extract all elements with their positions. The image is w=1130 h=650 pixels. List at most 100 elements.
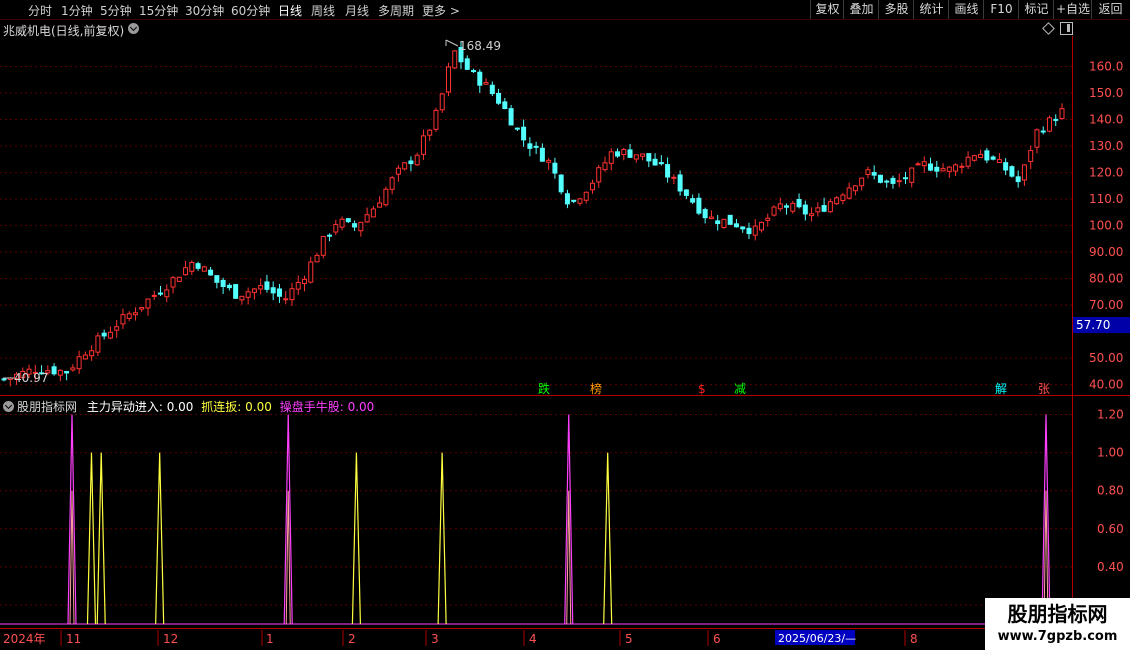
tab-multi-period[interactable]: 多周期 xyxy=(378,2,414,19)
panel-toggle-icon[interactable] xyxy=(1060,22,1073,35)
candle-body xyxy=(896,180,902,183)
candle-body xyxy=(996,159,1002,163)
mark-button[interactable]: 标记 xyxy=(1018,0,1054,19)
candle-body xyxy=(621,149,627,156)
candle-body xyxy=(26,368,32,375)
draw-line-button[interactable]: 画线 xyxy=(948,0,984,19)
watermark-name: 股朋指标网 xyxy=(1007,602,1108,626)
candle-body xyxy=(1034,129,1040,148)
signal-marker[interactable]: 榜 xyxy=(590,381,602,396)
candle-body xyxy=(76,356,82,370)
candle-body xyxy=(771,206,777,216)
candle-body xyxy=(120,314,126,325)
candle-body xyxy=(633,154,639,160)
candle-body xyxy=(189,262,195,272)
candle-body xyxy=(1059,108,1065,120)
tab-daily[interactable]: 日线 xyxy=(278,2,302,19)
price-tick: 150.0 xyxy=(1089,86,1123,100)
tab-15min[interactable]: 15分钟 xyxy=(139,2,178,19)
candle-body xyxy=(790,202,796,212)
date-axis: 2024年 11 12 1 2 3 4 5 6 8 2025/06/23/— xyxy=(3,630,918,646)
price-tick: 40.00 xyxy=(1089,378,1123,392)
candle-body xyxy=(358,221,364,232)
candle-body xyxy=(840,194,846,201)
indicator-tick: 0.60 xyxy=(1097,522,1124,536)
date-label: 1 xyxy=(266,632,274,646)
candle-body xyxy=(107,331,113,339)
candle-body xyxy=(352,223,358,228)
date-label: 6 xyxy=(713,632,721,646)
candle-body xyxy=(715,220,721,225)
tab-more[interactable]: 更多 > xyxy=(422,2,460,19)
candle-body xyxy=(383,188,389,206)
price-tick: 100.0 xyxy=(1089,219,1123,233)
tab-fenshi[interactable]: 分时 xyxy=(28,2,52,19)
candle-body xyxy=(201,266,207,272)
high-marker-leader xyxy=(445,39,459,47)
candle-body xyxy=(395,167,401,175)
candle-body xyxy=(57,369,63,376)
indicator-name[interactable]: 股朋指标网 xyxy=(17,400,77,414)
signal-marker[interactable]: $ xyxy=(698,382,706,396)
candle-body xyxy=(796,199,802,208)
candle-body xyxy=(959,165,965,168)
watermark-url: www.7gpzb.com xyxy=(997,629,1118,644)
multi-stock-button[interactable]: 多股 xyxy=(878,0,914,19)
signal-marker[interactable]: 解 xyxy=(995,382,1007,396)
candle-body xyxy=(308,261,314,283)
toolbar: 分时 1分钟 5分钟 15分钟 30分钟 60分钟 日线 周线 月线 多周期 更… xyxy=(0,0,1130,20)
line1-value: 0.00 xyxy=(166,400,194,414)
overlay-button[interactable]: 叠加 xyxy=(843,0,879,19)
candle-body xyxy=(489,84,495,95)
candle-body xyxy=(496,92,502,104)
candle-body xyxy=(471,70,477,73)
candle-body xyxy=(145,298,151,309)
candle-body xyxy=(577,198,583,204)
signal-marker[interactable]: 跌 xyxy=(538,381,550,396)
chevron-down-icon[interactable] xyxy=(3,401,14,412)
candle-body xyxy=(295,281,301,290)
candle-body xyxy=(539,147,545,162)
candle-body xyxy=(852,185,858,192)
date-cursor-label: 2025/06/23/— xyxy=(778,632,856,645)
indicator-spike-inner xyxy=(285,490,291,625)
candle-body xyxy=(946,166,952,172)
candle-body xyxy=(859,177,865,187)
line3-label: 操盘手牛股: xyxy=(279,400,344,414)
f10-button[interactable]: F10 xyxy=(983,0,1019,19)
signal-marker[interactable]: 减 xyxy=(734,382,746,396)
tab-1min[interactable]: 1分钟 xyxy=(61,2,93,19)
price-tick: 50.00 xyxy=(1089,351,1123,365)
candle-body xyxy=(953,164,959,172)
candle-body xyxy=(809,213,815,217)
tab-monthly[interactable]: 月线 xyxy=(345,2,369,19)
tab-weekly[interactable]: 周线 xyxy=(311,2,335,19)
date-cursor-box xyxy=(775,630,855,645)
candle-body xyxy=(746,227,752,235)
candle-body xyxy=(928,163,934,171)
candle-body xyxy=(602,162,608,171)
back-button[interactable]: 返回 xyxy=(1091,0,1129,19)
tab-5min[interactable]: 5分钟 xyxy=(100,2,132,19)
candle-body xyxy=(827,201,833,213)
candle-body xyxy=(708,216,714,220)
candle-body xyxy=(464,58,470,70)
tab-30min[interactable]: 30分钟 xyxy=(185,2,224,19)
line1-label: 主力异动进入: xyxy=(86,400,163,414)
candle-body xyxy=(683,189,689,196)
diamond-icon[interactable] xyxy=(1042,22,1055,35)
candle-body xyxy=(909,167,915,183)
candle-body xyxy=(890,177,896,184)
candle-body xyxy=(301,278,307,284)
tab-60min[interactable]: 60分钟 xyxy=(231,2,270,19)
add-watchlist-button[interactable]: +自选 xyxy=(1053,0,1092,19)
adjust-button[interactable]: 复权 xyxy=(810,0,844,19)
candle-body xyxy=(527,143,533,149)
candle-body xyxy=(589,182,595,191)
candle-body xyxy=(696,197,702,214)
candle-body xyxy=(1021,164,1027,181)
signal-marker[interactable]: 张 xyxy=(1038,382,1050,396)
candle-body xyxy=(514,127,520,130)
stats-button[interactable]: 统计 xyxy=(913,0,949,19)
chevron-down-icon[interactable] xyxy=(128,23,139,34)
